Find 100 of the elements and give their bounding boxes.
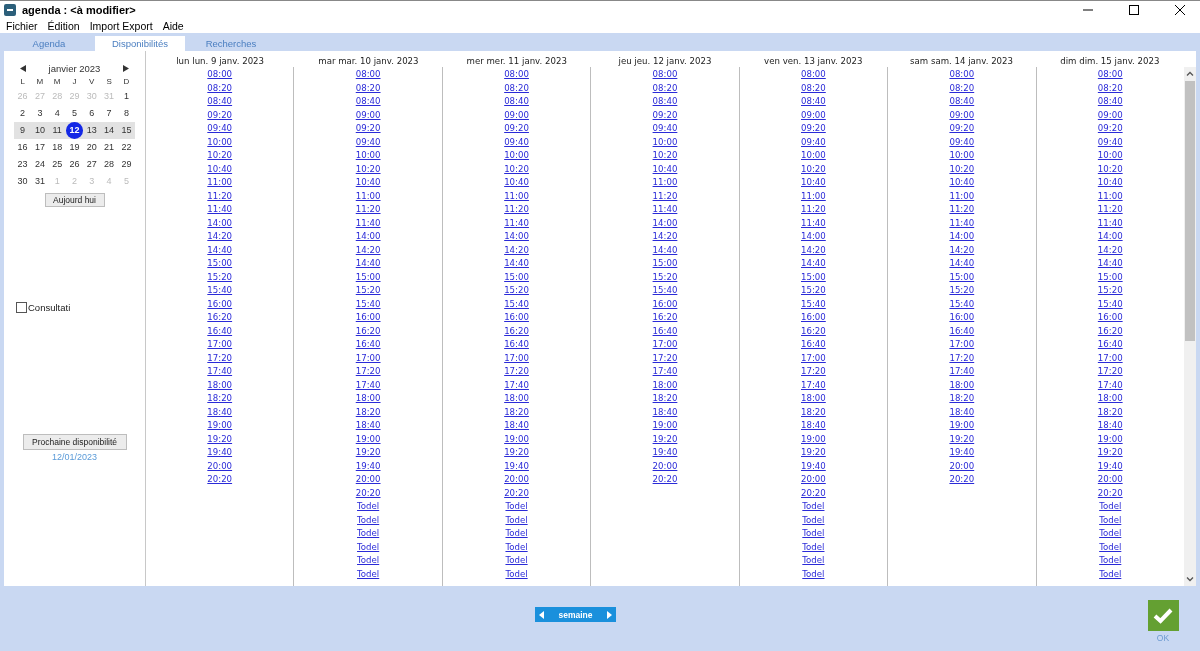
time-slot-link[interactable]: 11:00 — [801, 189, 826, 203]
time-slot-link[interactable]: 19:00 — [652, 419, 678, 433]
time-slot-link[interactable]: 17:40 — [949, 365, 975, 379]
time-slot-link[interactable]: 08:40 — [355, 95, 381, 109]
calendar-day[interactable]: 12 — [65, 122, 84, 139]
time-slot-link[interactable]: 11:40 — [207, 203, 233, 217]
time-slot-link[interactable]: 10:00 — [1097, 149, 1123, 163]
time-slot-link[interactable]: Todel — [802, 513, 825, 527]
time-slot-link[interactable]: 20:00 — [1097, 473, 1123, 487]
time-slot-link[interactable]: 10:00 — [355, 149, 381, 163]
time-slot-link[interactable]: 08:40 — [949, 95, 975, 109]
time-slot-link[interactable]: 16:40 — [652, 324, 678, 338]
time-slot-link[interactable]: 11:20 — [652, 189, 678, 203]
time-slot-link[interactable]: 10:20 — [801, 162, 826, 176]
time-slot-link[interactable]: 17:20 — [207, 351, 233, 365]
time-slot-link[interactable]: 18:40 — [207, 405, 233, 419]
time-slot-link[interactable]: 20:20 — [801, 486, 826, 500]
time-slot-link[interactable]: Todel — [802, 500, 825, 514]
time-slot-link[interactable]: 09:40 — [652, 122, 678, 136]
time-slot-link[interactable]: 11:40 — [652, 203, 678, 217]
time-slot-link[interactable]: 11:20 — [504, 203, 529, 217]
time-slot-link[interactable]: 20:00 — [504, 473, 529, 487]
time-slot-link[interactable]: 19:20 — [504, 446, 529, 460]
time-slot-link[interactable]: 19:00 — [355, 432, 381, 446]
time-slot-link[interactable]: 17:00 — [949, 338, 975, 352]
time-slot-link[interactable]: 20:00 — [207, 459, 233, 473]
time-slot-link[interactable]: Todel — [802, 554, 825, 568]
time-slot-link[interactable]: 15:20 — [207, 270, 233, 284]
time-slot-link[interactable]: 10:40 — [207, 162, 233, 176]
time-slot-link[interactable]: 08:00 — [504, 68, 529, 82]
time-slot-link[interactable]: 14:00 — [207, 216, 233, 230]
time-slot-link[interactable]: 17:00 — [652, 338, 678, 352]
time-slot-link[interactable]: 16:40 — [801, 338, 826, 352]
time-slot-link[interactable]: 16:40 — [1097, 338, 1123, 352]
calendar-day[interactable]: 20 — [83, 139, 101, 156]
scroll-up-icon[interactable] — [1185, 70, 1194, 78]
time-slot-link[interactable]: 15:00 — [207, 257, 233, 271]
calendar-day[interactable]: 31 — [31, 173, 49, 190]
calendar-day[interactable]: 26 — [65, 156, 84, 173]
time-slot-link[interactable]: 15:00 — [801, 270, 826, 284]
time-slot-link[interactable]: 15:20 — [949, 284, 975, 298]
time-slot-link[interactable]: 14:00 — [355, 230, 381, 244]
maximize-icon[interactable] — [1128, 3, 1140, 16]
time-slot-link[interactable]: 18:40 — [801, 419, 826, 433]
time-slot-link[interactable]: 08:20 — [801, 81, 826, 95]
time-slot-link[interactable]: 16:20 — [652, 311, 678, 325]
time-slot-link[interactable]: 16:40 — [504, 338, 529, 352]
time-slot-link[interactable]: 15:20 — [1097, 284, 1123, 298]
time-slot-link[interactable]: 08:20 — [504, 81, 529, 95]
time-slot-link[interactable]: 20:00 — [949, 459, 975, 473]
time-slot-link[interactable]: 18:00 — [1097, 392, 1123, 406]
time-slot-link[interactable]: 16:20 — [504, 324, 529, 338]
time-slot-link[interactable]: 18:20 — [801, 405, 826, 419]
time-slot-link[interactable]: 10:20 — [207, 149, 233, 163]
time-slot-link[interactable]: 16:00 — [652, 297, 678, 311]
time-slot-link[interactable]: 11:00 — [207, 176, 233, 190]
time-slot-link[interactable]: 14:20 — [1097, 243, 1123, 257]
time-slot-link[interactable]: 20:00 — [801, 473, 826, 487]
time-slot-link[interactable]: 09:00 — [504, 108, 529, 122]
ok-button[interactable] — [1147, 600, 1179, 631]
time-slot-link[interactable]: 16:20 — [1097, 324, 1123, 338]
time-slot-link[interactable]: 14:40 — [207, 243, 233, 257]
time-slot-link[interactable]: Todel — [1099, 567, 1122, 581]
time-slot-link[interactable]: 11:00 — [1097, 189, 1123, 203]
calendar-day[interactable]: 13 — [83, 122, 101, 139]
time-slot-link[interactable]: 17:00 — [801, 351, 826, 365]
time-slot-link[interactable]: 18:40 — [1097, 419, 1123, 433]
time-slot-link[interactable]: 11:40 — [801, 216, 826, 230]
time-slot-link[interactable]: Todel — [357, 527, 380, 541]
time-slot-link[interactable]: 16:00 — [207, 297, 233, 311]
calendar-day[interactable]: 21 — [100, 139, 118, 156]
next-month-icon[interactable] — [122, 65, 130, 72]
calendar-day[interactable]: 16 — [13, 139, 32, 156]
time-slot-link[interactable]: 19:20 — [355, 446, 381, 460]
time-slot-link[interactable]: 17:40 — [801, 378, 826, 392]
calendar-day[interactable]: 25 — [48, 156, 66, 173]
time-slot-link[interactable]: 10:20 — [1097, 162, 1123, 176]
time-slot-link[interactable]: Todel — [505, 513, 528, 527]
time-slot-link[interactable]: 10:40 — [504, 176, 529, 190]
time-slot-link[interactable]: 15:20 — [504, 284, 529, 298]
menu-item[interactable]: Édition — [47, 19, 80, 32]
time-slot-link[interactable]: Todel — [357, 513, 380, 527]
calendar-day[interactable]: 14 — [100, 122, 118, 139]
time-slot-link[interactable]: 08:40 — [207, 95, 233, 109]
time-slot-link[interactable]: 17:20 — [949, 351, 975, 365]
time-slot-link[interactable]: 18:20 — [1097, 405, 1123, 419]
time-slot-link[interactable]: 18:00 — [504, 392, 529, 406]
time-slot-link[interactable]: 11:40 — [355, 216, 381, 230]
time-slot-link[interactable]: 14:00 — [949, 230, 975, 244]
time-slot-link[interactable]: 18:00 — [801, 392, 826, 406]
time-slot-link[interactable]: Todel — [1099, 527, 1122, 541]
time-slot-link[interactable]: 19:20 — [652, 432, 678, 446]
time-slot-link[interactable]: 09:00 — [1097, 108, 1123, 122]
time-slot-link[interactable]: 16:40 — [949, 324, 975, 338]
time-slot-link[interactable]: 19:00 — [207, 419, 233, 433]
time-slot-link[interactable]: 18:40 — [355, 419, 381, 433]
time-slot-link[interactable]: 14:40 — [652, 243, 678, 257]
time-slot-link[interactable]: 09:20 — [652, 108, 678, 122]
calendar-day[interactable]: 6 — [83, 105, 101, 122]
close-icon[interactable] — [1174, 3, 1186, 16]
